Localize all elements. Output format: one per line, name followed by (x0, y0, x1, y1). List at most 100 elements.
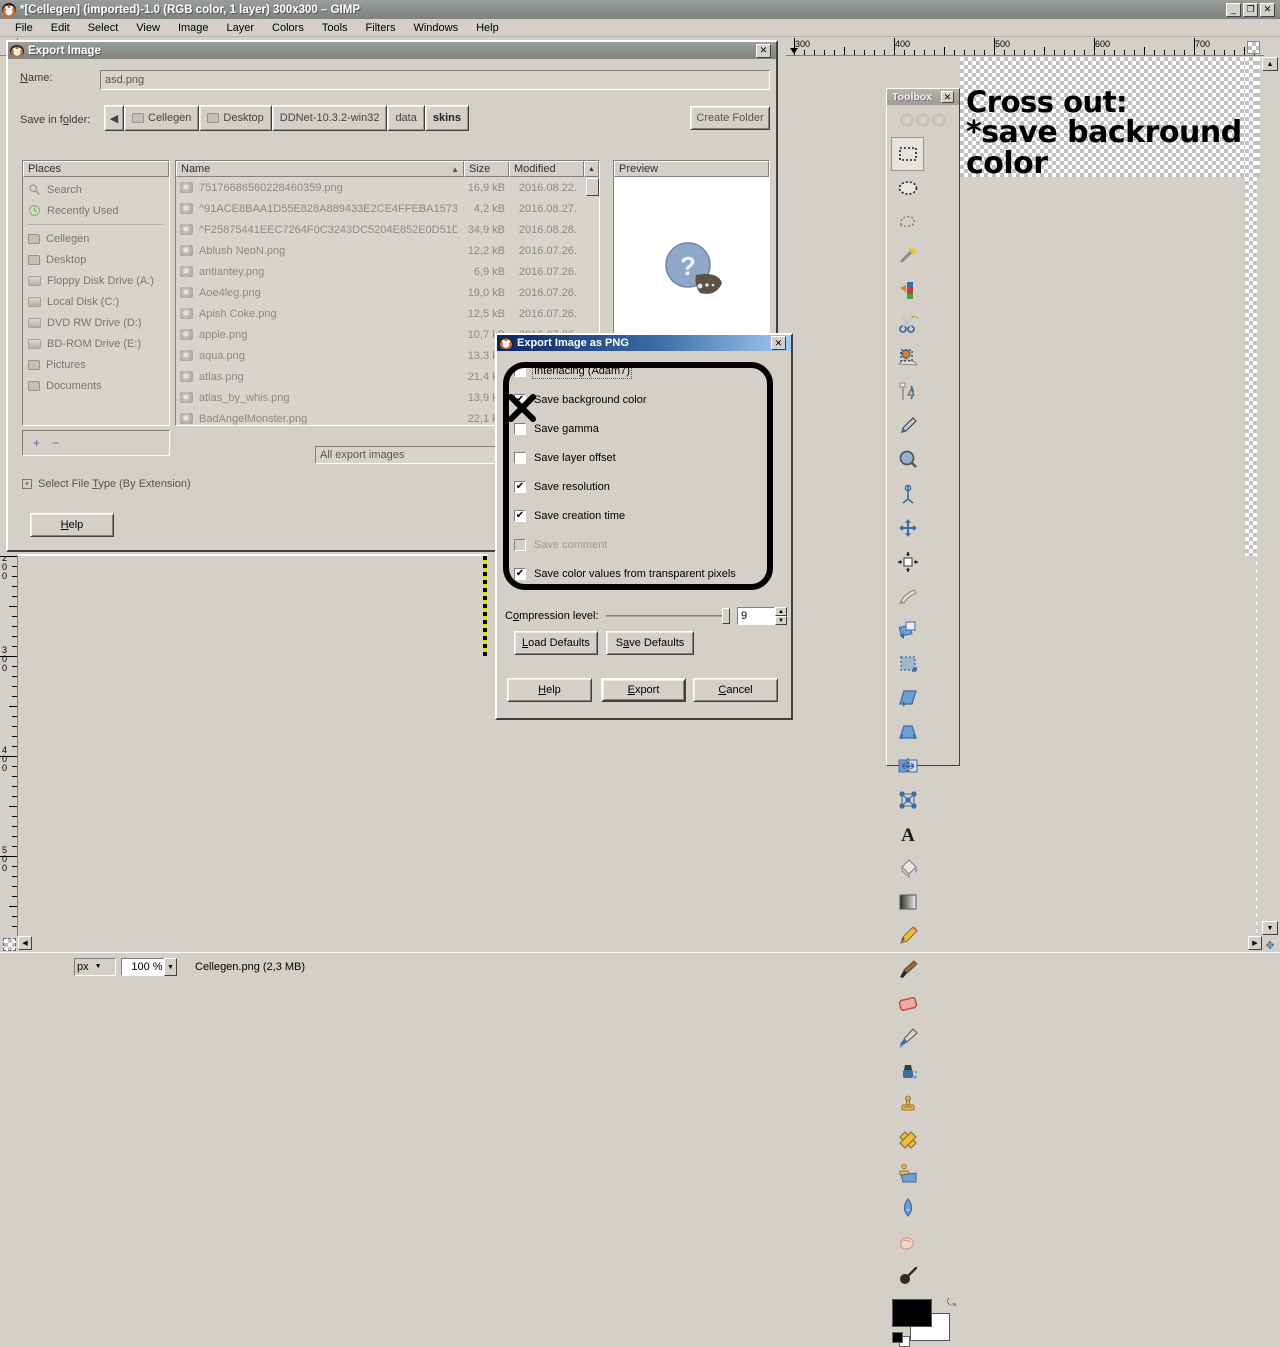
place-item-desktop[interactable]: Desktop (23, 249, 169, 270)
tool-perspective-clone[interactable] (891, 1157, 924, 1191)
tool-pencil[interactable] (891, 919, 924, 953)
menu-image[interactable]: Image (169, 20, 218, 36)
menu-tools[interactable]: Tools (313, 20, 357, 36)
close-button[interactable]: ✕ (1260, 3, 1275, 17)
tool-select-by-color[interactable] (891, 273, 924, 307)
checkbox-save-creation-time[interactable]: ✔ (514, 510, 526, 522)
tool-clone[interactable] (891, 1089, 924, 1123)
tool-heal[interactable] (891, 1123, 924, 1157)
path-button-desktop[interactable]: Desktop (199, 105, 271, 131)
menu-layer[interactable]: Layer (218, 20, 264, 36)
toolbox-close-button[interactable]: ✕ (941, 91, 954, 103)
place-item-cellegen[interactable]: Cellegen (23, 228, 169, 249)
column-header-name[interactable]: Name ▲ (176, 161, 464, 177)
tool-free-select[interactable] (891, 205, 924, 239)
export-dialog-close-button[interactable]: ✕ (756, 44, 771, 58)
scroll-left-button[interactable]: ◀ (18, 936, 32, 950)
menu-edit[interactable]: Edit (42, 20, 79, 36)
places-list[interactable]: Places Search Recently Used Cellegen (22, 160, 170, 426)
vertical-ruler[interactable]: 200 300 400 500 (function(){ var r=docum… (0, 556, 18, 936)
navigation-preview-button[interactable]: ✥ (1262, 937, 1278, 953)
tool-dodge-burn[interactable] (891, 1259, 924, 1293)
toolbox-titlebar[interactable]: Toolbox ✕ (887, 89, 959, 105)
tool-alignment[interactable] (891, 545, 924, 579)
tool-paintbrush[interactable] (891, 953, 924, 987)
filename-input[interactable]: asd.png (100, 70, 770, 90)
zoom-dropdown-button[interactable]: ▼ (164, 958, 177, 976)
quickmask-button[interactable] (3, 938, 16, 951)
menu-file[interactable]: File (6, 20, 42, 36)
file-row[interactable]: Ablush NeoN.png12,2 kB2016.07.26. (176, 240, 599, 261)
path-back-button[interactable]: ◀ (104, 105, 124, 131)
png-option-row[interactable]: ✔Save creation time (514, 506, 776, 526)
column-header-size[interactable]: Size (464, 161, 509, 177)
color-swatch-area[interactable]: ⤿ (892, 1299, 954, 1343)
tool-eraser[interactable] (891, 987, 924, 1021)
foreground-color-swatch[interactable] (892, 1299, 932, 1327)
tool-color-picker[interactable] (891, 409, 924, 443)
tool-paths[interactable] (891, 375, 924, 409)
unit-combo[interactable]: px ▼ (74, 958, 116, 976)
tool-scale[interactable] (891, 647, 924, 681)
tool-perspective[interactable] (891, 715, 924, 749)
save-defaults-button[interactable]: Save Defaults (606, 631, 694, 655)
tool-flip[interactable] (891, 749, 924, 783)
png-export-button[interactable]: Export (601, 678, 686, 702)
scroll-up-button[interactable]: ▲ (584, 161, 599, 177)
tool-smudge[interactable] (891, 1225, 924, 1259)
tool-measure[interactable] (891, 477, 924, 511)
png-option-row[interactable]: Save layer offset (514, 448, 776, 468)
menu-help[interactable]: Help (467, 20, 508, 36)
scroll-up-button[interactable]: ▲ (1262, 57, 1278, 71)
place-item-local-disk-c[interactable]: Local Disk (C:) (23, 291, 169, 312)
checkbox-save-resolution[interactable]: ✔ (514, 481, 526, 493)
file-row[interactable]: ^91ACE8BAA1D55E828A889433E2CE4FFEBA1573F… (176, 198, 599, 219)
canvas-vertical-scrollbar[interactable]: ▲ ▼ (1262, 57, 1278, 937)
compression-spinner[interactable]: 9 ▲ ▼ (737, 607, 787, 625)
minimize-button[interactable]: _ (1226, 3, 1241, 17)
tool-fuzzy-select[interactable] (891, 239, 924, 273)
menu-filters[interactable]: Filters (357, 20, 405, 36)
create-folder-button[interactable]: Create Folder (690, 106, 770, 130)
column-header-modified[interactable]: Modified (509, 161, 584, 177)
spin-up-button[interactable]: ▲ (775, 607, 787, 616)
scroll-down-button[interactable]: ▼ (1262, 921, 1278, 935)
tool-crop[interactable] (891, 579, 924, 613)
compression-value[interactable]: 9 (737, 607, 775, 625)
png-option-row[interactable]: Save comment (514, 535, 776, 555)
canvas-horizontal-scrollbar[interactable]: ◀ ▶ (18, 936, 1262, 952)
tool-move[interactable] (891, 511, 924, 545)
tool-zoom[interactable] (891, 443, 924, 477)
file-row[interactable]: Aoe4leg.png19,0 kB2016.07.26. (176, 282, 599, 303)
checkbox-interlacing-adam7[interactable] (514, 365, 526, 377)
file-row[interactable]: 75176686560228460359.png16,9 kB2016.08.2… (176, 177, 599, 198)
file-row[interactable]: antiantey.png6,9 kB2016.07.26. (176, 261, 599, 282)
tool-ellipse-select[interactable] (891, 171, 924, 205)
path-button-ddnet[interactable]: DDNet-10.3.2-win32 (272, 105, 388, 131)
path-button-data[interactable]: data (387, 105, 424, 131)
scroll-right-button[interactable]: ▶ (1248, 936, 1262, 950)
file-row[interactable]: ^F25875441EEC7264F0C3243DC5204E852E0D51D… (176, 219, 599, 240)
tool-ink[interactable] (891, 1055, 924, 1089)
file-row[interactable]: Apish Coke.png12,5 kB2016.07.26. (176, 303, 599, 324)
png-option-row[interactable]: ✔Save color values from transparent pixe… (514, 564, 776, 584)
vscroll-track[interactable] (1262, 71, 1278, 921)
tool-blur-sharpen[interactable] (891, 1191, 924, 1225)
place-item-bdrom-e[interactable]: BD-ROM Drive (E:) (23, 333, 169, 354)
checkbox-save-color-values-from-transparent-pixels[interactable]: ✔ (514, 568, 526, 580)
place-item-dvd-rw-d[interactable]: DVD RW Drive (D:) (23, 312, 169, 333)
png-dialog-titlebar[interactable]: Export Image as PNG ✕ (497, 335, 791, 351)
horizontal-ruler[interactable]: 300 400 500 600 700 (function(){ var r=d… (786, 38, 1264, 56)
tool-text[interactable]: A (891, 817, 924, 851)
checkbox-save-gamma[interactable] (514, 423, 526, 435)
png-option-row[interactable]: ✔Save resolution (514, 477, 776, 497)
gimp-titlebar[interactable]: *[Cellegen] (imported)-1.0 (RGB color, 1… (0, 0, 1280, 19)
tool-cage-transform[interactable] (891, 783, 924, 817)
restore-button[interactable]: ❐ (1243, 3, 1258, 17)
add-place-button[interactable]: + (33, 436, 40, 450)
menu-select[interactable]: Select (79, 20, 128, 36)
path-button-cellegen[interactable]: Cellegen (124, 105, 199, 131)
tool-shear[interactable] (891, 681, 924, 715)
png-option-row[interactable]: ✔Save background color (514, 390, 776, 410)
place-item-floppy-a[interactable]: Floppy Disk Drive (A:) (23, 270, 169, 291)
